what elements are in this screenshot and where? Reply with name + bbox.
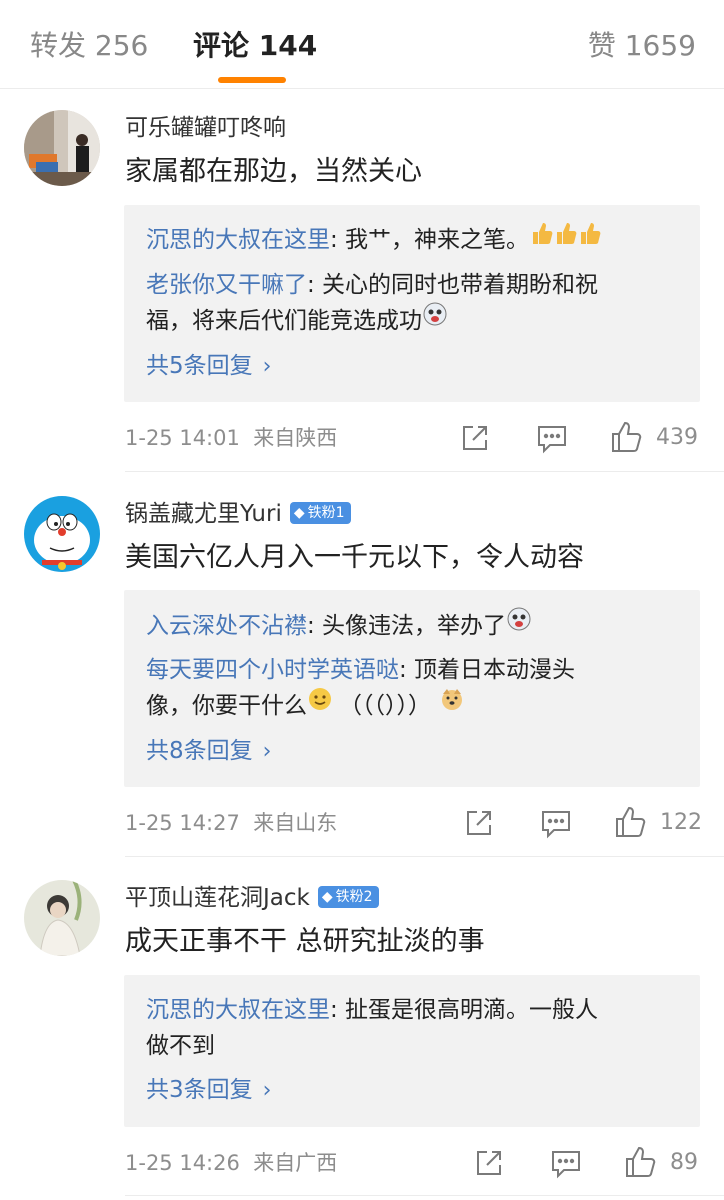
username[interactable]: 平顶山莲花洞Jack ◆ 铁粉2 xyxy=(125,883,379,913)
more-replies-link[interactable]: 共3条回复 › xyxy=(146,1075,271,1106)
reply-box[interactable]: 沉思的大叔在这里: 扯蛋是很高明滴。一般人 做不到 共3条回复 › xyxy=(124,975,700,1127)
avatar[interactable] xyxy=(24,880,100,956)
fan-badge: ◆ 铁粉2 xyxy=(317,885,379,908)
comment-time: 1-25 14:26 xyxy=(125,1151,240,1175)
comment-icon[interactable] xyxy=(550,1149,582,1183)
comment-location: 来自广西 xyxy=(253,1151,338,1175)
like-count: 89 xyxy=(670,1150,698,1175)
reply-username[interactable]: 沉思的大叔在这里 xyxy=(146,997,330,1023)
divider xyxy=(125,1195,724,1196)
comment-meta: 1-25 14:26 来自广西 xyxy=(125,1149,337,1177)
chevron-right-icon: › xyxy=(262,1078,272,1103)
reply-text: : 扯蛋是很高明滴。一般人 xyxy=(330,997,599,1023)
comment-text: 成天正事不干 总研究扯淡的事 xyxy=(125,926,485,957)
reply-item: 沉思的大叔在这里: 扯蛋是很高明滴。一般人 做不到 xyxy=(146,992,682,1064)
comment-item: 平顶山莲花洞Jack ◆ 铁粉2 成天正事不干 总研究扯淡的事 沉思的大叔在这里: … xyxy=(0,0,724,1200)
reply-text-continued: 做不到 xyxy=(146,1033,215,1059)
like-thumb-icon[interactable] xyxy=(624,1145,658,1183)
share-icon[interactable] xyxy=(474,1148,504,1182)
diamond-icon: ◆ xyxy=(321,888,333,905)
